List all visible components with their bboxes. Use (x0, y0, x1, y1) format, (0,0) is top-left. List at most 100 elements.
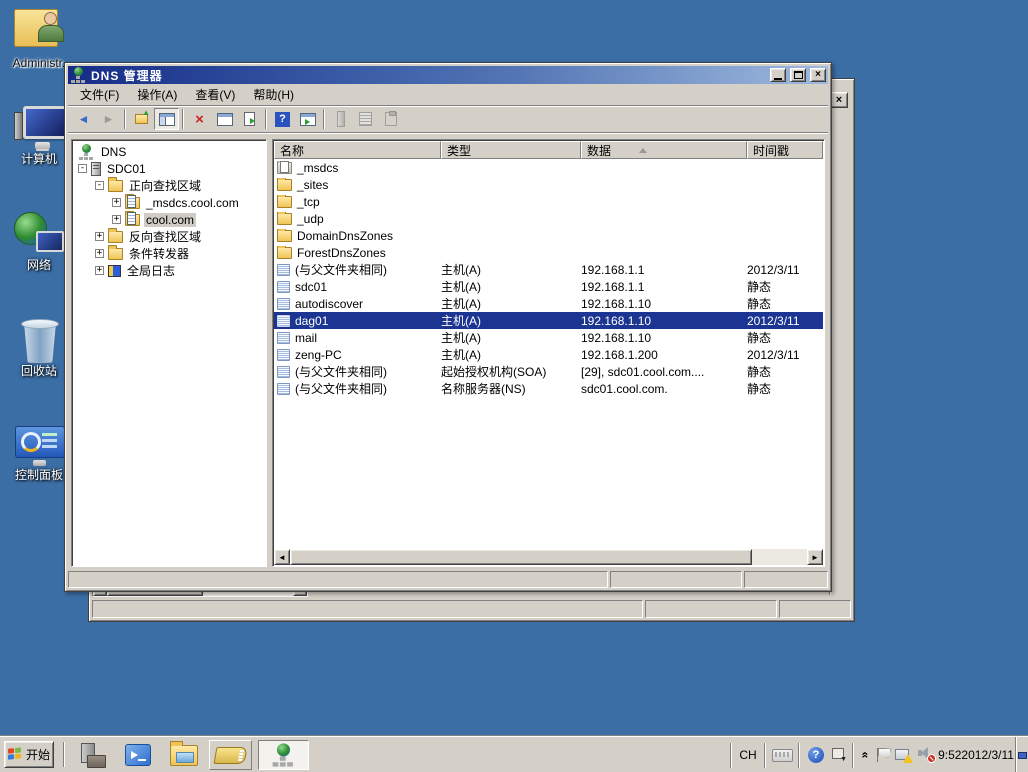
tree-item-cool-com-zone[interactable]: + cool.com (75, 211, 266, 228)
menu-view[interactable]: 查看(V) (186, 83, 244, 106)
network-status-button[interactable] (893, 742, 915, 768)
forward-button[interactable]: ► (96, 108, 121, 130)
host-record-icon (277, 349, 290, 361)
help-button[interactable]: ? (270, 108, 295, 130)
table-row[interactable]: DomainDnsZones (274, 227, 823, 244)
tree-item-global-logs[interactable]: + 全局日志 (75, 262, 266, 279)
title-bar[interactable]: DNS 管理器 × (68, 66, 828, 84)
language-help-button[interactable]: ? (803, 742, 829, 768)
close-button[interactable]: × (810, 68, 826, 82)
close-icon[interactable]: × (830, 92, 848, 108)
table-row[interactable]: (与父文件夹相同) 起始授权机构(SOA)[29], sdc01.cool.co… (274, 363, 823, 380)
status-bar (92, 600, 851, 618)
new-window-button[interactable] (295, 108, 320, 130)
start-button[interactable]: 开始 (4, 741, 54, 768)
clock[interactable]: 9:52 2012/3/11 (937, 742, 1015, 768)
expand-icon[interactable]: + (95, 266, 104, 275)
tree-item-forward-zones[interactable]: - 正向查找区域 (75, 177, 266, 194)
table-row[interactable]: _udp (274, 210, 823, 227)
collapse-icon[interactable]: - (78, 164, 87, 173)
action-center-button[interactable] (873, 742, 893, 768)
delete-icon: × (195, 112, 204, 127)
menu-file[interactable]: 文件(F) (71, 83, 128, 106)
folder-icon (277, 247, 292, 259)
expand-icon[interactable]: + (112, 215, 121, 224)
tray-separator (798, 743, 800, 768)
tree-item-msdcs-zone[interactable]: + _msdcs.cool.com (75, 194, 266, 211)
table-row[interactable]: sdc01 主机(A)192.168.1.1静态 (274, 278, 823, 295)
scrollbar-thumb[interactable] (290, 549, 752, 565)
table-row[interactable]: (与父文件夹相同) 主机(A)192.168.1.12012/3/11 (274, 261, 823, 278)
log-icon (108, 265, 121, 277)
scroll-left-icon[interactable]: ◄ (274, 549, 290, 565)
back-arrow-icon: ◄ (78, 113, 90, 125)
expand-icon[interactable]: + (95, 249, 104, 258)
toolbar: ◄ ► ▲ × ? (68, 106, 828, 133)
menu-help[interactable]: 帮助(H) (244, 83, 303, 106)
host-record-icon (277, 281, 290, 293)
taskbar-explorer-button[interactable] (164, 740, 204, 770)
filter-list-button[interactable] (353, 108, 378, 130)
desktop: Administr. 计算机 网络 回收站 控制面板 × ◄ ► (0, 0, 1028, 772)
toolbar-separator (124, 109, 126, 129)
column-header-timestamp[interactable]: 时间戳 (747, 141, 823, 159)
back-button[interactable]: ◄ (71, 108, 96, 130)
table-row[interactable]: zeng-PC 主机(A)192.168.1.2002012/3/11 (274, 346, 823, 363)
taskbar-dns-manager-button[interactable] (258, 740, 309, 770)
tree-item-reverse-zones[interactable]: + 反向查找区域 (75, 228, 266, 245)
book-icon (214, 747, 248, 764)
dns-manager-icon (271, 743, 296, 766)
paste-button[interactable] (378, 108, 403, 130)
table-row[interactable]: ForestDnsZones (274, 244, 823, 261)
table-row[interactable]: _msdcs (274, 159, 823, 176)
keyboard-layout-button[interactable] (769, 742, 795, 768)
taskbar-server-manager-button[interactable] (72, 740, 112, 770)
toolbar-separator (323, 109, 325, 129)
sort-ascending-icon (639, 148, 647, 153)
list-icon (359, 112, 372, 126)
horizontal-scrollbar[interactable]: ◄ ► (274, 549, 823, 565)
tree-item-server[interactable]: - SDC01 (75, 160, 266, 177)
window-title: DNS 管理器 (91, 67, 766, 84)
flag-icon (875, 747, 891, 764)
volume-button[interactable] (915, 742, 937, 768)
table-row-selected[interactable]: dag01 主机(A)192.168.1.102012/3/11 (274, 312, 823, 329)
taskbar-help-book-button[interactable] (209, 740, 252, 770)
tree-item-dns-root[interactable]: DNS (75, 143, 266, 160)
help-icon: ? (275, 112, 290, 127)
minimize-button[interactable] (770, 68, 786, 82)
properties-button[interactable] (212, 108, 237, 130)
scroll-right-icon[interactable]: ► (807, 549, 823, 565)
table-row[interactable]: _sites (274, 176, 823, 193)
maximize-button[interactable] (790, 68, 806, 82)
expand-icon[interactable]: + (112, 198, 121, 207)
taskbar-powershell-button[interactable] (118, 740, 158, 770)
menu-action[interactable]: 操作(A) (128, 83, 186, 106)
export-list-button[interactable] (237, 108, 262, 130)
table-row[interactable]: mail 主机(A)192.168.1.10静态 (274, 329, 823, 346)
collapse-icon[interactable]: - (95, 181, 104, 190)
up-one-level-button[interactable]: ▲ (129, 108, 154, 130)
expand-icon[interactable]: + (95, 232, 104, 241)
table-row[interactable]: (与父文件夹相同) 名称服务器(NS)sdc01.cool.com.静态 (274, 380, 823, 397)
column-header-type[interactable]: 类型 (441, 141, 581, 159)
show-desktop-button[interactable] (1015, 737, 1028, 772)
console-tree-icon (159, 113, 175, 126)
language-indicator[interactable]: CH (735, 742, 761, 768)
show-console-tree-button[interactable] (154, 108, 179, 130)
server-properties-button[interactable] (328, 108, 353, 130)
show-hidden-icons-button[interactable]: « (857, 742, 873, 768)
windows-logo-icon (8, 747, 23, 762)
delete-button[interactable]: × (187, 108, 212, 130)
desktop-icon-administrator[interactable]: Administr. (2, 6, 76, 70)
column-header-data[interactable]: 数据 (581, 141, 747, 159)
recycle-bin-icon (21, 318, 57, 362)
table-row[interactable]: autodiscover 主机(A)192.168.1.10静态 (274, 295, 823, 312)
tree-item-conditional-forwarders[interactable]: + 条件转发器 (75, 245, 266, 262)
table-row[interactable]: _tcp (274, 193, 823, 210)
taskbar-separator (63, 742, 65, 767)
folder-icon (108, 248, 123, 260)
column-header-name[interactable]: 名称 (274, 141, 441, 159)
status-bar (68, 571, 828, 588)
language-bar-options-button[interactable]: ▼ (829, 742, 849, 768)
